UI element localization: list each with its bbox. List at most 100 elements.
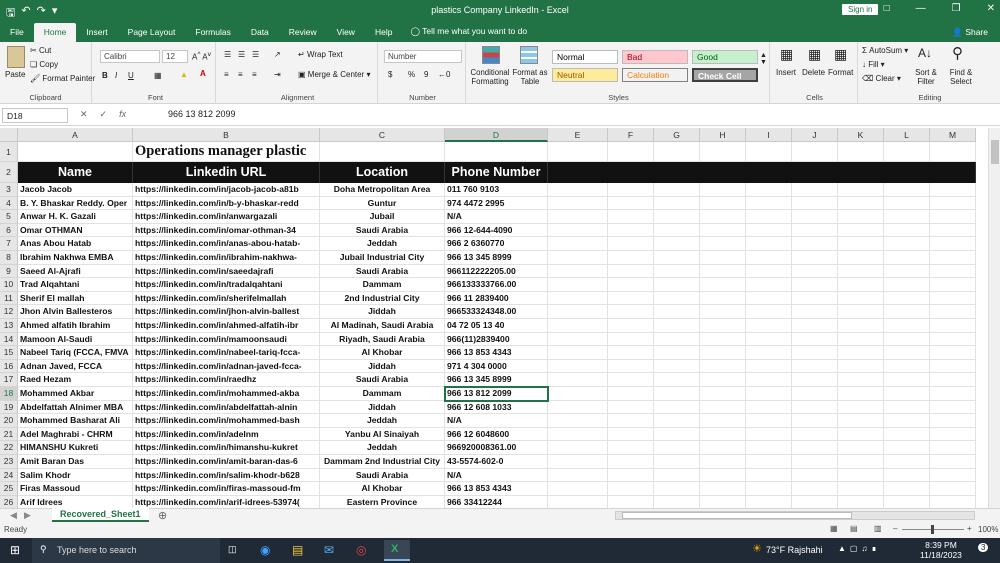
empty-cell[interactable] <box>746 278 792 292</box>
empty-cell[interactable] <box>930 359 976 374</box>
row-header-17[interactable]: 17 <box>0 373 18 387</box>
url-cell[interactable]: https://linkedin.com/in/jacob-jacob-a81b <box>133 183 320 197</box>
name-cell[interactable]: Omar OTHMAN <box>18 223 133 238</box>
name-cell[interactable]: Amit Baran Das <box>18 455 133 469</box>
name-cell[interactable]: Sherif El mallah <box>18 291 133 306</box>
empty-cell[interactable] <box>608 319 654 333</box>
empty-cell[interactable] <box>746 264 792 279</box>
phone-cell[interactable]: 966 11 2839400 <box>445 291 548 306</box>
empty-cell[interactable] <box>884 196 930 211</box>
empty-cell[interactable] <box>838 278 884 292</box>
empty-cell[interactable] <box>930 237 976 251</box>
column-header-j[interactable]: J <box>792 128 838 142</box>
empty-cell[interactable] <box>746 387 792 401</box>
tell-me-search[interactable]: ◯ Tell me what you want to do <box>402 22 535 42</box>
empty-cell[interactable] <box>608 359 654 374</box>
row-header-7[interactable]: 7 <box>0 237 18 251</box>
page-layout-icon[interactable]: ▤ <box>850 524 858 533</box>
currency-button[interactable]: $ <box>388 70 392 79</box>
phone-cell[interactable]: 04 72 05 13 40 <box>445 319 548 333</box>
empty-cell[interactable] <box>884 468 930 483</box>
conditional-formatting-button[interactable]: Conditional Formatting <box>468 68 512 86</box>
empty-cell[interactable] <box>746 373 792 387</box>
task-view-icon[interactable]: ◫ <box>228 544 237 555</box>
row-header-1[interactable]: 1 <box>0 142 18 162</box>
empty-cell[interactable] <box>548 495 608 508</box>
formula-input[interactable]: 966 13 812 2099 <box>168 109 236 119</box>
empty-cell[interactable] <box>700 346 746 360</box>
empty-cell[interactable] <box>884 264 930 279</box>
empty-cell[interactable] <box>700 319 746 333</box>
empty-cell[interactable] <box>700 305 746 319</box>
phone-cell[interactable]: N/A <box>445 210 548 224</box>
empty-cell[interactable] <box>884 332 930 347</box>
name-box[interactable]: D18 <box>2 108 68 123</box>
cell-d1[interactable] <box>445 142 548 162</box>
empty-cell[interactable] <box>700 495 746 508</box>
row-header-16[interactable]: 16 <box>0 359 18 374</box>
name-cell[interactable]: Mohammed Akbar <box>18 387 133 401</box>
phone-cell[interactable]: 966533324348.00 <box>445 305 548 319</box>
tab-formulas[interactable]: Formulas <box>185 23 240 42</box>
empty-cell[interactable] <box>700 264 746 279</box>
location-cell[interactable]: Jubail <box>320 210 445 224</box>
empty-cell[interactable] <box>792 278 838 292</box>
font-name-select[interactable]: Calibri <box>100 50 160 63</box>
url-cell[interactable]: https://linkedin.com/in/ahmed-alfatih-ib… <box>133 319 320 333</box>
row-header-26[interactable]: 26 <box>0 495 18 508</box>
tab-data[interactable]: Data <box>241 23 279 42</box>
empty-cell[interactable] <box>654 441 700 455</box>
decimal-icon[interactable]: ←0 <box>438 70 450 79</box>
empty-cell[interactable] <box>654 251 700 265</box>
header-location[interactable]: Location <box>320 162 445 183</box>
row-header-25[interactable]: 25 <box>0 482 18 496</box>
empty-cell[interactable] <box>838 346 884 360</box>
align-center-icon[interactable]: ≡ <box>238 70 243 79</box>
empty-cell[interactable] <box>884 482 930 496</box>
location-cell[interactable]: Dammam <box>320 278 445 292</box>
fill-button[interactable]: ↓ Fill ▾ <box>862 60 885 69</box>
zoom-slider[interactable] <box>902 525 964 534</box>
empty-cell[interactable] <box>548 455 608 469</box>
empty-cell[interactable] <box>746 332 792 347</box>
empty-cell[interactable] <box>838 441 884 455</box>
empty-cell[interactable] <box>792 441 838 455</box>
empty-cell[interactable] <box>608 346 654 360</box>
excel-taskbar-button[interactable]: X <box>384 540 410 561</box>
empty-cell[interactable] <box>746 223 792 238</box>
empty-cell[interactable] <box>700 414 746 428</box>
empty-cell[interactable] <box>746 196 792 211</box>
minimize-icon[interactable]: — <box>916 3 926 14</box>
url-cell[interactable]: https://linkedin.com/in/mohammed-akba <box>133 387 320 401</box>
sheet-tab-recovered[interactable]: Recovered_Sheet1 <box>52 508 149 522</box>
location-cell[interactable]: Doha Metropolitan Area <box>320 183 445 197</box>
empty-cell[interactable] <box>930 319 976 333</box>
find-select-button[interactable]: Find & Select <box>944 68 978 86</box>
empty-cell[interactable] <box>654 291 700 306</box>
header-phone-number[interactable]: Phone Number <box>445 162 548 183</box>
row-header-22[interactable]: 22 <box>0 441 18 455</box>
empty-cell[interactable] <box>700 482 746 496</box>
empty-cell[interactable] <box>792 387 838 401</box>
phone-cell[interactable]: 966 12 608 1033 <box>445 400 548 415</box>
column-header-l[interactable]: L <box>884 128 930 142</box>
phone-cell[interactable]: 966 13 345 8999 <box>445 373 548 387</box>
cell-c1[interactable] <box>320 142 445 162</box>
styles-more-icon[interactable]: ▲ ▼ <box>760 52 767 66</box>
empty-cell[interactable] <box>548 332 608 347</box>
empty-cell[interactable] <box>792 237 838 251</box>
empty-cell[interactable] <box>746 441 792 455</box>
phone-cell[interactable]: 966 13 853 4343 <box>445 482 548 496</box>
empty-cell[interactable] <box>930 251 976 265</box>
tab-help[interactable]: Help <box>365 23 402 42</box>
empty-cell[interactable] <box>838 264 884 279</box>
function-icon[interactable]: fx <box>119 109 126 120</box>
vertical-scrollbar[interactable] <box>988 128 1000 508</box>
row-header-15[interactable]: 15 <box>0 346 18 360</box>
empty-cell[interactable] <box>654 495 700 508</box>
empty-cell[interactable] <box>548 278 608 292</box>
empty-cell[interactable] <box>548 319 608 333</box>
cut-button[interactable]: ✂ Cut <box>30 46 51 55</box>
empty-cell[interactable] <box>746 400 792 415</box>
empty-cell[interactable] <box>700 251 746 265</box>
